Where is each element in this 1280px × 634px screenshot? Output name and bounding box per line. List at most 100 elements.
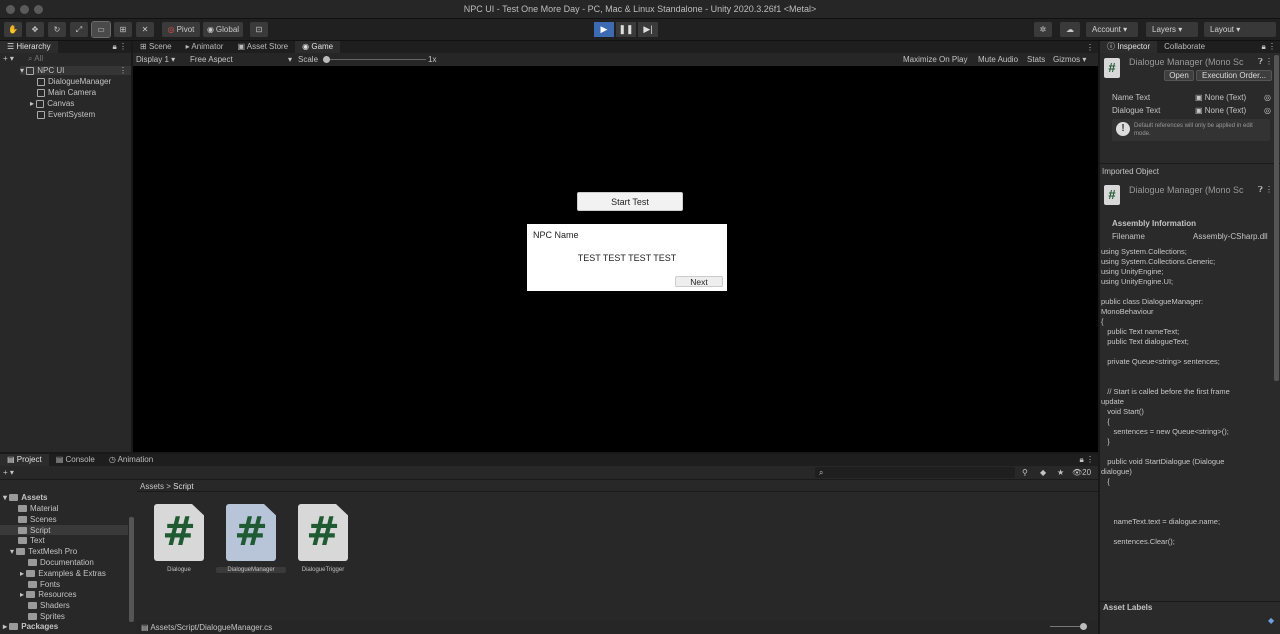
panel-menu-icon[interactable]: ⋮ xyxy=(1086,43,1098,52)
transform-tool-icon[interactable]: ⊞ xyxy=(114,22,132,37)
start-test-button[interactable]: Start Test xyxy=(577,192,683,211)
help-icon[interactable]: ❓︎ ⋮ xyxy=(1258,185,1273,195)
aspect-dropdown[interactable]: Free Aspect ▾ xyxy=(190,55,292,64)
script-asset-dialogue[interactable]: # xyxy=(154,504,204,561)
layout-dropdown[interactable]: Layout ▾ xyxy=(1204,22,1276,37)
hierarchy-item-dialoguemanager[interactable]: DialogueManager xyxy=(37,77,111,86)
folder-icon xyxy=(9,494,19,502)
label-tag-icon[interactable]: ◆ xyxy=(1268,616,1274,625)
folder-material[interactable]: Material xyxy=(18,504,58,513)
scale-slider[interactable] xyxy=(324,59,426,60)
project-lock-icon[interactable]: 🔒︎ ⋮ xyxy=(1080,455,1098,465)
tab-console[interactable]: ▤ Console xyxy=(49,454,102,466)
script-asset-dialoguemanager[interactable]: # xyxy=(226,504,276,561)
custom-tool-icon[interactable]: ✕ xyxy=(136,22,154,37)
rotate-tool-icon[interactable]: ↻ xyxy=(48,22,66,37)
execution-order-button[interactable]: Execution Order... xyxy=(1196,70,1272,81)
filename-value: Assembly-CSharp.dll xyxy=(1193,232,1268,241)
tab-scene[interactable]: ⊞ Scene xyxy=(133,41,179,53)
code-line: { xyxy=(1101,477,1110,486)
stats-toggle[interactable]: Stats xyxy=(1027,55,1045,64)
hierarchy-item-canvas[interactable]: ▸ Canvas xyxy=(30,99,74,108)
dialogue-text-field[interactable]: ▣ None (Text) xyxy=(1195,106,1267,115)
move-tool-icon[interactable]: ✥ xyxy=(26,22,44,37)
tab-inspector[interactable]: ⓘ Inspector xyxy=(1100,41,1158,53)
favorite-icon[interactable]: ★ xyxy=(1057,468,1064,477)
filename-label: Filename xyxy=(1112,232,1145,241)
assets-root[interactable]: ▾ Assets xyxy=(3,493,48,502)
tab-asset-store[interactable]: ▣ Asset Store xyxy=(230,41,295,53)
packages-root[interactable]: ▸ Packages xyxy=(3,622,58,631)
help-icon[interactable]: ❓︎ ⋮ xyxy=(1258,57,1273,67)
mute-audio-toggle[interactable]: Mute Audio xyxy=(978,55,1018,64)
tab-game[interactable]: ◉ Game xyxy=(295,41,341,53)
folder-examples[interactable]: ▸ Examples & Extras xyxy=(20,569,106,578)
field-label: Dialogue Text xyxy=(1112,106,1161,115)
scale-slider-handle[interactable] xyxy=(323,56,330,63)
tab-animator[interactable]: ▸ Animator xyxy=(179,41,231,53)
scene-menu-icon[interactable]: ⋮ xyxy=(119,66,127,75)
project-search-input[interactable]: ⌕ xyxy=(815,467,1015,478)
folder-textmesh-pro[interactable]: ▾ TextMesh Pro xyxy=(10,547,77,556)
object-picker-icon[interactable]: ◎ xyxy=(1264,106,1271,115)
global-button[interactable]: ◉ Global xyxy=(203,22,243,37)
label-filter-icon[interactable]: ◆ xyxy=(1040,468,1046,477)
folder-scenes[interactable]: Scenes xyxy=(18,515,57,524)
rect-tool-icon[interactable]: ▭ xyxy=(91,21,111,38)
inspector-scrollbar[interactable] xyxy=(1274,55,1279,381)
inspector-lock-icon[interactable]: 🔒︎ ⋮ xyxy=(1262,42,1280,52)
code-line: { xyxy=(1101,317,1104,326)
name-text-field[interactable]: ▣ None (Text) xyxy=(1195,93,1267,102)
scale-tool-icon[interactable]: ⤢ xyxy=(70,22,88,37)
main-toolbar: ✋ ✥ ↻ ⤢ ▭ ⊞ ✕ ◎ Pivot ◉ Global ⊡ ▶ ❚❚ ▶| ✲… xyxy=(0,19,1280,41)
grid-snap-icon[interactable]: ⊡ xyxy=(250,22,268,37)
hand-tool-icon[interactable]: ✋ xyxy=(4,22,22,37)
tab-collaborate[interactable]: Collaborate xyxy=(1157,41,1212,53)
account-dropdown[interactable]: Account ▾ xyxy=(1086,22,1138,37)
filter-icon[interactable]: ⚲ xyxy=(1022,468,1028,477)
gizmos-dropdown[interactable]: Gizmos ▾ xyxy=(1053,55,1086,64)
tab-animation[interactable]: ◷ Animation xyxy=(102,454,160,466)
pause-button[interactable]: ❚❚ xyxy=(616,22,636,37)
maximize-on-play-toggle[interactable]: Maximize On Play xyxy=(903,55,967,64)
center-tabbar: ⊞ Scene ▸ Animator ▣ Asset Store ◉ Game … xyxy=(133,41,1098,53)
folder-fonts[interactable]: Fonts xyxy=(28,580,60,589)
hierarchy-search[interactable]: ⌕ All xyxy=(28,54,43,64)
add-menu-button[interactable]: + ▾ xyxy=(3,54,14,63)
folder-documentation[interactable]: Documentation xyxy=(28,558,94,567)
folder-icon xyxy=(18,516,27,524)
tree-scrollbar[interactable] xyxy=(129,517,134,622)
pivot-button[interactable]: ◎ Pivot xyxy=(162,22,200,37)
cloud-icon[interactable]: ☁ xyxy=(1060,22,1080,37)
collab-icon[interactable]: ✲ xyxy=(1034,22,1052,37)
step-button[interactable]: ▶| xyxy=(638,22,658,37)
icon-size-slider-handle[interactable] xyxy=(1080,623,1087,630)
folder-sprites[interactable]: Sprites xyxy=(28,612,65,621)
object-picker-icon[interactable]: ◎ xyxy=(1264,93,1271,102)
play-button[interactable]: ▶ xyxy=(594,22,614,37)
code-line: MonoBehaviour xyxy=(1101,307,1154,316)
folder-resources[interactable]: ▸ Resources xyxy=(20,590,77,599)
game-toolbar: Display 1 ▾ Free Aspect ▾ Scale 1x Maximi… xyxy=(133,53,1098,66)
hierarchy-item-eventsystem[interactable]: EventSystem xyxy=(37,110,95,119)
tab-project[interactable]: ▤ Project xyxy=(0,454,49,466)
scene-item[interactable]: ▾ NPC UI ⋮ xyxy=(20,66,131,75)
next-button[interactable]: Next xyxy=(675,276,723,287)
script-asset-dialoguetrigger[interactable]: # xyxy=(298,504,348,561)
layers-dropdown[interactable]: Layers ▾ xyxy=(1146,22,1198,37)
folder-script-row[interactable]: Script xyxy=(0,525,128,535)
open-button[interactable]: Open xyxy=(1164,70,1194,81)
tab-hierarchy[interactable]: ☰ Hierarchy xyxy=(0,41,58,53)
display-dropdown[interactable]: Display 1 ▾ xyxy=(136,55,175,64)
folder-text[interactable]: Text xyxy=(18,536,45,545)
lock-icon[interactable]: 🔒︎ ⋮ xyxy=(113,42,131,52)
hierarchy-item-main-camera[interactable]: Main Camera xyxy=(37,88,96,97)
hidden-count[interactable]: 👁︎20 xyxy=(1072,468,1091,477)
inspector-tabbar: ⓘ Inspector Collaborate 🔒︎ ⋮ xyxy=(1100,41,1280,53)
create-menu-button[interactable]: + ▾ xyxy=(3,468,14,477)
folder-shaders[interactable]: Shaders xyxy=(28,601,70,610)
